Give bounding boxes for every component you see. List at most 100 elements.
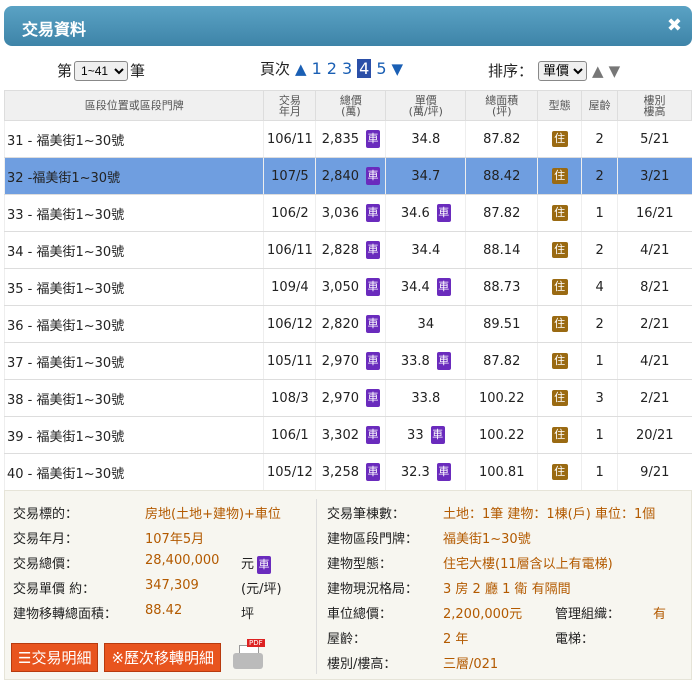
table-row[interactable]: 35 - 福美街1~30號 109/4 3,050 車 34.4 車 88.73 住 4 8/21	[3, 268, 692, 306]
cell-total: 2,970 車	[315, 379, 386, 417]
residential-icon[interactable]: 住	[551, 427, 568, 443]
parking-icon[interactable]: 車	[365, 278, 380, 296]
cell-age: 1	[581, 453, 618, 491]
cell-date: 107/5	[263, 157, 316, 195]
page-2[interactable]: 2	[327, 59, 337, 78]
col-unit[interactable]: 單價 (萬/坪)	[385, 90, 467, 121]
prev-page-icon[interactable]: ▲	[295, 60, 307, 78]
total-wrap: 2,970 車	[316, 352, 385, 370]
cell-floor: 5/21	[617, 120, 692, 158]
cell-date: 105/11	[263, 342, 316, 380]
parking-icon[interactable]: 車	[436, 463, 451, 481]
table-row[interactable]: 37 - 福美街1~30號 105/11 2,970 車 33.8 車 87.82 住 1 4/2…	[3, 342, 692, 380]
cell-area: 88.42	[465, 157, 538, 195]
cell-type: 住	[537, 379, 582, 417]
col-type[interactable]: 型態	[537, 90, 583, 121]
record-range-select[interactable]: 1~41	[74, 60, 129, 81]
total-value: 3,036	[321, 205, 359, 221]
residential-icon[interactable]: 住	[551, 279, 568, 295]
print-pdf-icon[interactable]: PDF	[231, 639, 267, 675]
table-row[interactable]: 33 - 福美街1~30號 106/2 3,036 車 34.6 車 87.82 住 1 16/2…	[3, 194, 692, 232]
residential-icon[interactable]: 住	[551, 353, 568, 369]
sort-asc-icon[interactable]: ▲	[592, 62, 604, 80]
parking-icon[interactable]: 車	[365, 130, 380, 148]
parking-icon[interactable]: 車	[436, 204, 451, 222]
parking-icon[interactable]: 車	[365, 463, 380, 481]
parking-icon[interactable]: 車	[365, 204, 380, 222]
detail-label: 建物區段門牌：	[327, 532, 419, 547]
detail-label: 交易筆棟數：	[327, 507, 406, 522]
cell-unit: 34.6 車	[385, 194, 466, 232]
parking-icon[interactable]: 車	[365, 241, 380, 259]
cell-age: 1	[581, 194, 618, 232]
col-location[interactable]: 區段位置或區段門牌	[3, 90, 265, 121]
sort-desc-icon[interactable]: ▼	[609, 62, 621, 80]
unit-value: 34.7	[411, 168, 441, 184]
unit-wrap: 34.6 車	[386, 204, 465, 222]
cell-area: 89.51	[465, 305, 538, 343]
cell-floor: 16/21	[617, 194, 692, 232]
cell-area: 88.73	[465, 268, 538, 306]
cell-type: 住	[537, 120, 582, 158]
cell-age: 4	[581, 268, 618, 306]
col-area[interactable]: 總面積 (坪)	[465, 90, 539, 121]
table-row[interactable]: 38 - 福美街1~30號 108/3 2,970 車 33.8 100.22 住 3 2/21	[3, 379, 692, 417]
cell-age: 1	[581, 416, 618, 454]
sort-select[interactable]: 單價	[538, 60, 588, 81]
col-total[interactable]: 總價 (萬)	[315, 90, 387, 121]
parking-icon[interactable]: 車	[436, 352, 451, 370]
parking-icon[interactable]: 車	[365, 389, 380, 407]
next-page-icon[interactable]: ▼	[392, 60, 404, 78]
table-row[interactable]: 31 - 福美街1~30號 106/11 2,835 車 34.8 87.82 住 2 5/21	[3, 120, 692, 158]
sort-control: 排序： 單價 ▲ ▼	[488, 60, 620, 81]
unit-value: 34.8	[411, 131, 441, 147]
total-value: 2,820	[321, 316, 359, 332]
detail-label: 樓別/樓高：	[327, 657, 397, 672]
cell-floor: 20/21	[617, 416, 692, 454]
residential-icon[interactable]: 住	[551, 316, 568, 332]
page-4[interactable]: 4	[357, 59, 372, 78]
parking-icon[interactable]: 車	[257, 555, 272, 574]
detail-label: 交易總價：	[13, 557, 79, 572]
unit-wrap: 32.3 車	[386, 463, 465, 481]
transaction-detail-button[interactable]: ☰交易明細	[11, 642, 99, 672]
detail-label: 管理組織：	[555, 607, 621, 622]
parking-icon[interactable]: 車	[436, 278, 451, 296]
parking-icon[interactable]: 車	[365, 315, 380, 333]
parking-icon[interactable]: 車	[430, 426, 445, 444]
page-5[interactable]: 5	[376, 59, 386, 78]
cell-location: 38 - 福美街1~30號	[3, 379, 264, 417]
parking-icon[interactable]: 車	[365, 167, 380, 185]
residential-icon[interactable]: 住	[551, 131, 568, 147]
cell-unit: 33.8 車	[385, 342, 466, 380]
table-row[interactable]: 34 - 福美街1~30號 106/11 2,828 車 34.4 88.14 住 2 4/21	[3, 231, 692, 269]
col-date[interactable]: 交易 年月	[263, 90, 317, 121]
cell-type: 住	[537, 268, 582, 306]
detail-row: 交易單價 約： 347,309 (元/坪)	[11, 576, 311, 601]
residential-icon[interactable]: 住	[551, 390, 568, 406]
page-1[interactable]: 1	[312, 59, 322, 78]
page-3[interactable]: 3	[342, 59, 352, 78]
detail-value: 三層/021	[443, 657, 499, 672]
table-row[interactable]: 39 - 福美街1~30號 106/1 3,302 車 33 車 100.22 住 1 20/21	[3, 416, 692, 454]
cell-total: 3,258 車	[315, 453, 386, 491]
detail-label: 電梯：	[555, 632, 595, 647]
col-floor[interactable]: 樓別 樓高	[617, 90, 692, 121]
detail-value: 房地(土地+建物)+車位	[145, 507, 281, 522]
parking-icon[interactable]: 車	[365, 426, 380, 444]
table-row[interactable]: 40 - 福美街1~30號 105/12 3,258 車 32.3 車 100.81 住 1 9/…	[3, 453, 692, 491]
residential-icon[interactable]: 住	[551, 205, 568, 221]
residential-icon[interactable]: 住	[551, 242, 568, 258]
transfer-history-button[interactable]: ※歷次移轉明細	[104, 642, 222, 672]
residential-icon[interactable]: 住	[551, 168, 568, 184]
residential-icon[interactable]: 住	[551, 464, 568, 480]
parking-icon[interactable]: 車	[365, 352, 380, 370]
cell-unit: 34.8	[385, 120, 466, 158]
close-icon[interactable]: ✖	[667, 15, 682, 36]
cell-location: 34 - 福美街1~30號	[3, 231, 264, 269]
title-bar: 交易資料 ✖	[0, 0, 694, 48]
table-row[interactable]: 36 - 福美街1~30號 106/12 2,820 車 34 89.51 住 2 2/21	[3, 305, 692, 343]
window-title: 交易資料	[22, 20, 87, 39]
table-row[interactable]: 32 -福美街1~30號 107/5 2,840 車 34.7 88.42 住 2 3/21	[3, 157, 692, 195]
col-age[interactable]: 屋齡	[581, 90, 619, 121]
